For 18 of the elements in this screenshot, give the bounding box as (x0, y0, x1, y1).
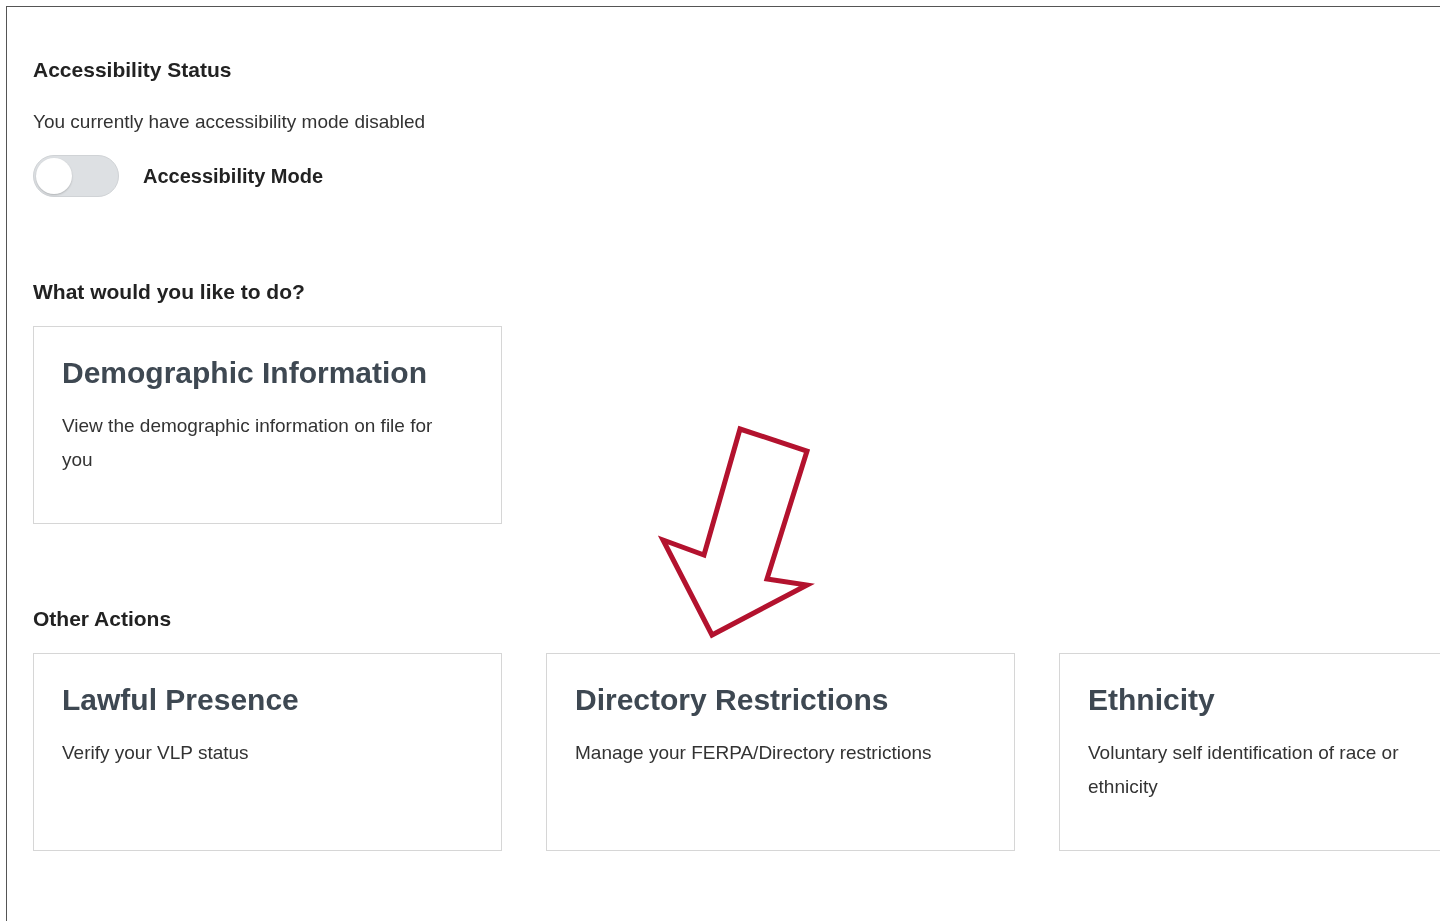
card-title: Directory Restrictions (575, 682, 890, 719)
card-description: Manage your FERPA/Directory restrictions (575, 741, 933, 766)
card-title: Lawful Presence (62, 682, 300, 719)
action-card[interactable]: Demographic Information View the demographic information on file for you (33, 325, 502, 524)
section-heading: What would you like to do? (33, 278, 306, 304)
toggle-label: Accessibility Mode (143, 163, 324, 189)
card-title: Demographic Information (62, 354, 429, 391)
status-text: You currently have accessibility mode disabled (33, 110, 427, 135)
card-title: Ethnicity (1088, 682, 1216, 719)
toggle-switch[interactable] (33, 154, 119, 197)
card-description: Voluntary self identification of race or ethnicity (1088, 741, 1400, 800)
section-heading: Accessibility Status (33, 57, 233, 83)
action-card[interactable]: Ethnicity Voluntary self identification of race or ethnicity (1059, 653, 1440, 852)
action-card[interactable]: Lawful Presence Verify your VLP status (33, 653, 502, 852)
card-description: View the demographic information on file for you (62, 413, 434, 472)
action-card[interactable]: Directory Restrictions Manage your FERPA/Directory restrictions (546, 653, 1015, 852)
card-description: Verify your VLP status (62, 741, 250, 766)
section-heading: Other Actions (33, 605, 173, 632)
